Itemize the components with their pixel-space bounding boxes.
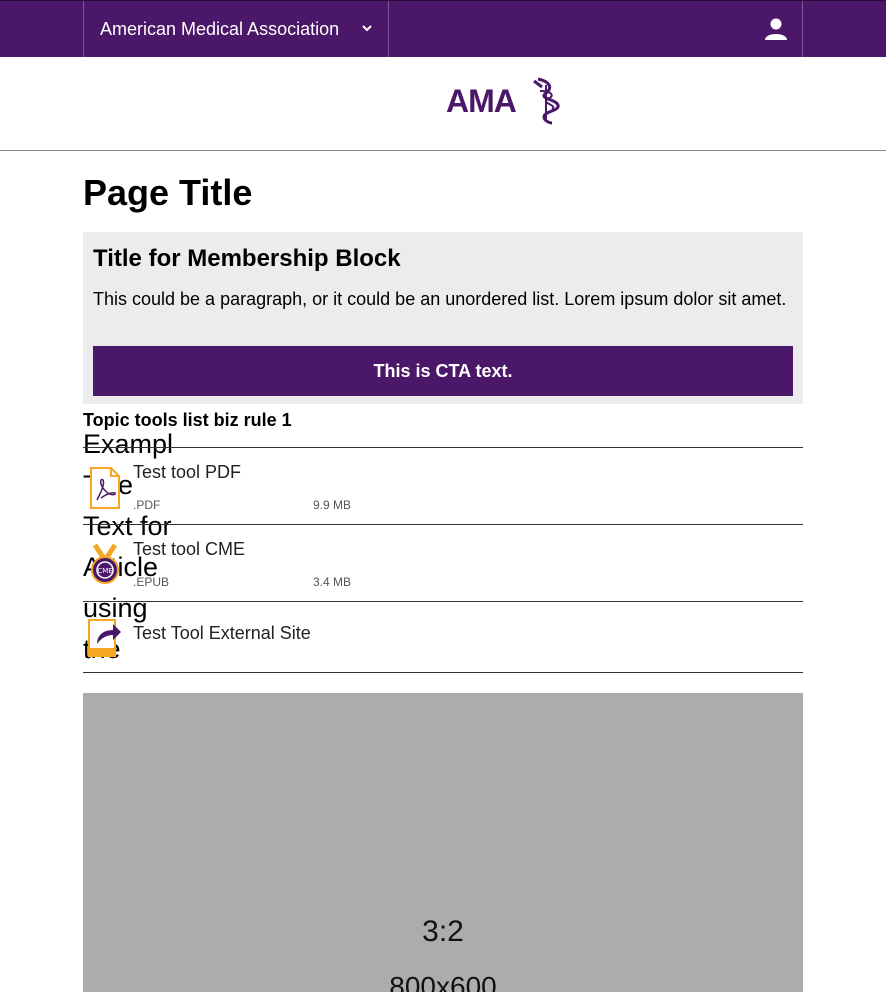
cme-medal-icon: CME [91,543,119,584]
svg-text:CME: CME [97,567,112,575]
logo-bar: AMA [0,57,886,151]
caduceus-icon [533,77,560,125]
membership-text: This could be a paragraph, or it could b… [93,289,787,309]
tool-file-size: 9.9 MB [313,498,352,512]
image-dimensions: 800x600 [389,971,497,992]
tool-file-type: .EPUB [133,575,170,589]
tool-name: Test tool PDF [133,462,242,482]
external-link-icon [88,619,121,657]
cta-button[interactable]: This is CTA text. [93,346,793,396]
chevron-down-icon [362,25,372,32]
image-aspect-ratio: 3:2 [422,915,464,948]
org-selector-label: American Medical Association [100,18,340,39]
user-icon [765,18,787,40]
top-nav-bar: American Medical Association [0,0,886,57]
tool-file-size: 3.4 MB [313,575,352,589]
logo-text: AMA [446,83,517,119]
ama-logo[interactable]: AMA [446,77,564,125]
tool-item-pdf[interactable]: Test tool PDF .PDF 9.9 MB [83,447,803,525]
membership-block: Title for Membership Block This could be… [83,232,803,404]
membership-title: Title for Membership Block [93,245,401,272]
page-title: Page Title [83,172,253,213]
org-selector[interactable]: American Medical Association [83,1,389,57]
tool-item-cme[interactable]: CME Test tool CME .EPUB 3.4 MB [83,524,803,602]
tool-name: Test Tool External Site [133,623,311,643]
tool-item-external[interactable]: Test Tool External Site [83,601,803,672]
tool-file-type: .PDF [133,498,161,512]
tool-name: Test tool CME [133,539,246,559]
pdf-file-icon [90,467,120,509]
account-button[interactable] [750,1,803,57]
image-placeholder: 3:2 800x600 [83,693,803,992]
tools-list-divider [83,672,803,673]
